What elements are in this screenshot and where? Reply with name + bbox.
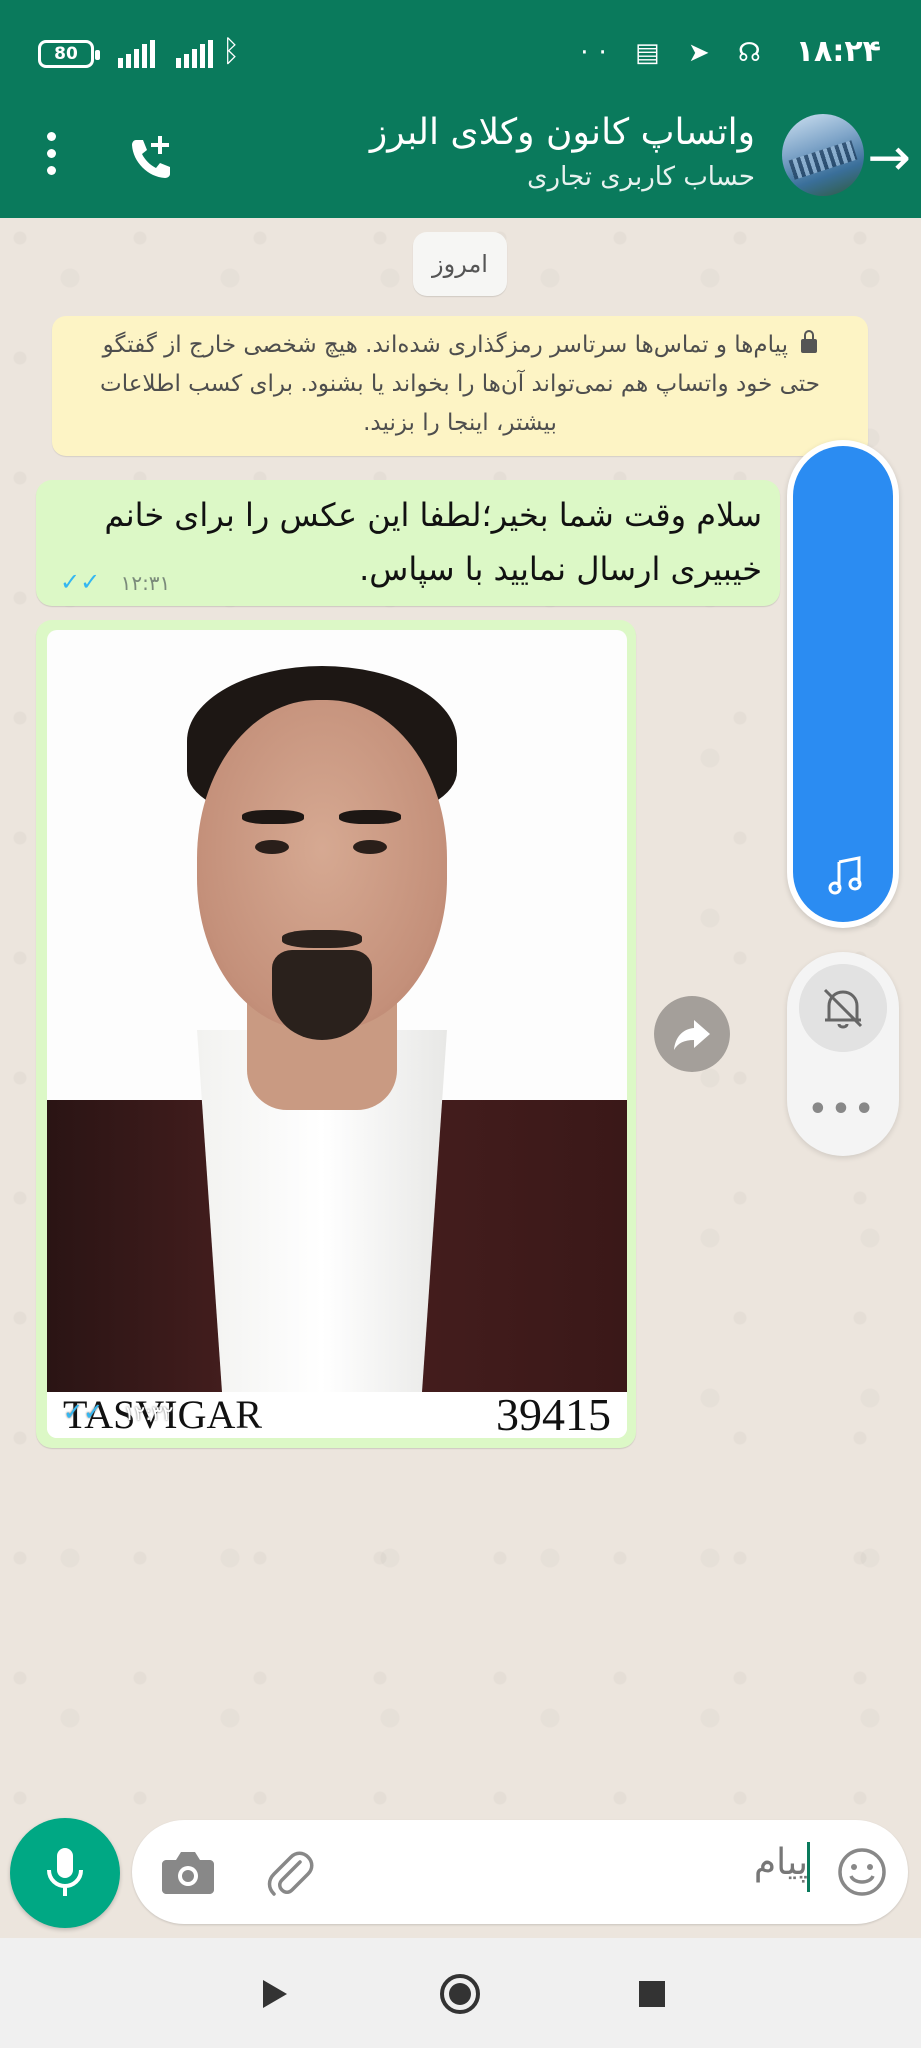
image-time: ۱۲:۳۲ [123, 1401, 174, 1425]
music-panel-body[interactable] [793, 446, 893, 922]
signal-icon [176, 40, 216, 68]
signal-icon [118, 40, 158, 68]
photo-eye [353, 840, 387, 854]
telegram-icon: ➤ [687, 38, 720, 68]
message-input[interactable]: پیام [754, 1842, 808, 1883]
message-photo[interactable]: TASVIGAR 39415 ✓✓ ۱۲:۳۲ [47, 630, 627, 1438]
add-call-icon[interactable] [124, 130, 180, 186]
more-vert-icon[interactable] [44, 132, 58, 184]
notification-icons: ·· ▤ ➤ ☊ [580, 38, 771, 68]
encryption-notice[interactable]: پیام‌ها و تماس‌ها سرتاسر رمزگذاری شده‌ان… [52, 316, 868, 456]
stop-square-icon[interactable] [624, 1966, 680, 2022]
date-chip: امروز [413, 232, 507, 296]
message-meta: ✓✓ ۱۲:۳۱ [60, 568, 170, 596]
message-composer[interactable]: پیام [132, 1820, 908, 1924]
camera-icon[interactable] [160, 1846, 216, 1898]
encryption-notice-text: پیام‌ها و تماس‌ها سرتاسر رمزگذاری شده‌ان… [100, 332, 820, 436]
home-circle-icon[interactable] [432, 1966, 488, 2022]
sms-icon: ▤ [635, 38, 670, 68]
system-nav-bar [0, 1938, 921, 2048]
music-note-icon[interactable] [825, 856, 865, 896]
contact-name[interactable]: واتساپ کانون وکلای البرز [370, 112, 755, 153]
more-horiz-icon[interactable]: ••• [787, 1092, 899, 1127]
mic-icon [47, 1848, 83, 1896]
message-bubble[interactable]: سلام وقت شما بخیر؛لطفا این عکس را برای خ… [36, 480, 780, 606]
chat-area[interactable]: امروز پیام‌ها و تماس‌ها سرتاسر رمزگذاری … [0, 218, 921, 1818]
photo-beard [272, 950, 372, 1040]
status-bar: 80 ᛒ ·· ▤ ➤ ☊ ۱۸:۲۴ [0, 0, 921, 110]
image-meta: ✓✓ ۱۲:۳۲ [63, 1398, 173, 1426]
read-ticks-icon: ✓✓ [63, 1398, 109, 1426]
lock-icon [801, 329, 818, 353]
photo-number-label: 39415 [496, 1389, 611, 1438]
photo-mustache [282, 930, 362, 948]
read-ticks-icon: ✓✓ [60, 568, 106, 596]
bell-off-icon[interactable] [799, 964, 887, 1052]
photo-brow [242, 810, 304, 824]
dots-icon: ·· [580, 38, 617, 68]
emoji-icon[interactable] [834, 1844, 890, 1900]
contact-subtitle[interactable]: حساب کاربری تجاری [527, 162, 755, 192]
bluetooth-icon: ᛒ [222, 34, 240, 69]
message-time: ۱۲:۳۱ [120, 571, 171, 595]
chat-header[interactable]: → واتساپ کانون وکلای البرز حساب کاربری ت… [0, 110, 921, 218]
message-text: سلام وقت شما بخیر؛لطفا این عکس را برای خ… [104, 496, 762, 588]
photo-eye [255, 840, 289, 854]
play-icon[interactable] [245, 1966, 301, 2022]
avatar[interactable] [782, 114, 864, 196]
floating-control-panel[interactable]: ••• [787, 952, 899, 1156]
floating-music-panel[interactable] [787, 440, 899, 928]
clock: ۱۸:۲۴ [795, 34, 881, 69]
arrow-right-icon[interactable]: → [867, 128, 911, 188]
battery-icon: 80 [38, 40, 100, 68]
paperclip-icon[interactable] [260, 1844, 316, 1900]
battery-level: 80 [54, 44, 78, 64]
mic-button[interactable] [10, 1818, 120, 1928]
text-caret [807, 1842, 810, 1892]
forward-icon[interactable] [654, 996, 730, 1072]
image-message-bubble[interactable]: TASVIGAR 39415 ✓✓ ۱۲:۳۲ [36, 620, 636, 1448]
photo-brow [339, 810, 401, 824]
headset-icon: ☊ [737, 38, 771, 68]
